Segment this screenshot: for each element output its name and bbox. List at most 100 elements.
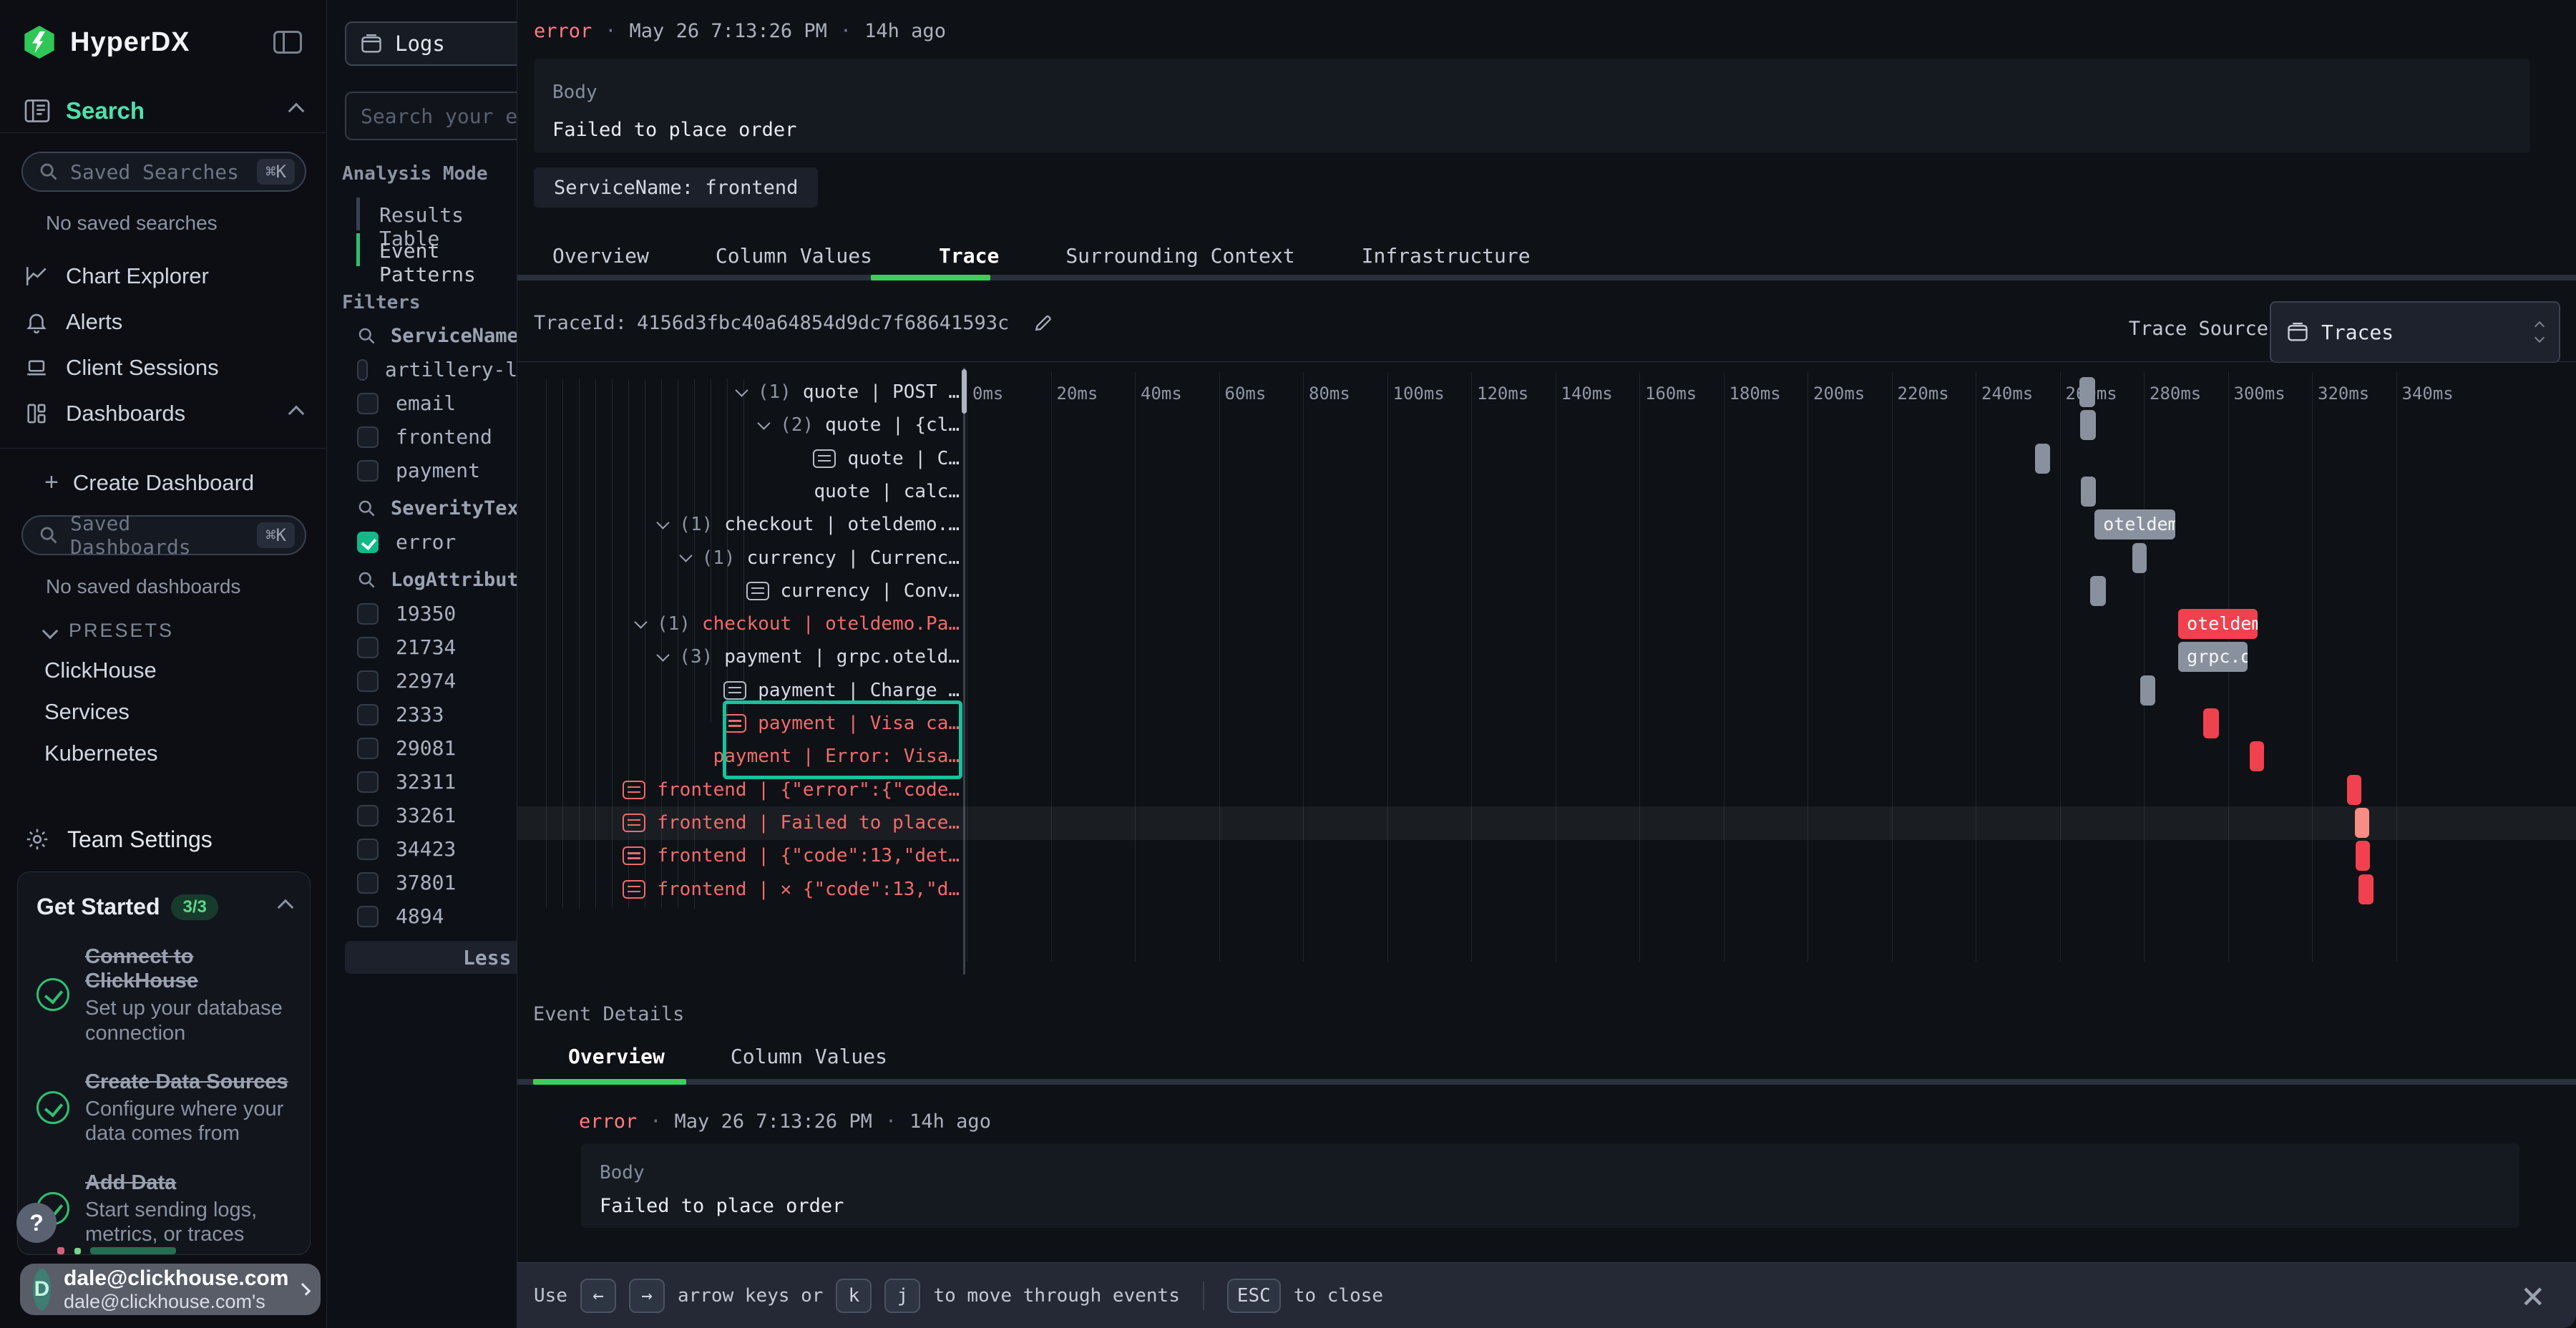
trace-span-row[interactable]: (1)quote | POST … [737, 376, 960, 409]
checkbox[interactable] [357, 839, 379, 860]
checkbox[interactable] [357, 872, 379, 894]
filter-option[interactable]: 2333 [327, 698, 542, 731]
filter-option[interactable]: payment [327, 454, 542, 487]
trace-span-row[interactable]: frontend | Failed to place… [623, 806, 960, 839]
tab-column-values[interactable]: Column Values [731, 1045, 887, 1068]
trace-span-row[interactable]: (2)quote | {cl… [759, 409, 960, 441]
sidebar-item-client-sessions[interactable]: Client Sessions [0, 345, 326, 391]
chevron-down-icon[interactable] [657, 516, 670, 529]
span-duration-bar[interactable] [2358, 874, 2373, 904]
k-key[interactable]: k [836, 1279, 872, 1313]
trace-span-row[interactable]: quote | calc… [814, 475, 960, 508]
checkbox[interactable] [357, 704, 379, 726]
tab-infrastructure[interactable]: Infrastructure [1362, 244, 1531, 268]
trace-span-row[interactable]: (1)checkout | oteldemo.… [658, 508, 960, 541]
get-started-item[interactable]: Add DataStart sending logs, metrics, or … [36, 1171, 291, 1247]
filter-option[interactable]: 34423 [327, 832, 542, 866]
filter-option[interactable]: 33261 [327, 799, 542, 832]
filter-option[interactable]: 32311 [327, 765, 542, 799]
tab-overview[interactable]: Overview [568, 1045, 665, 1068]
checkbox[interactable] [357, 738, 379, 759]
filter-option[interactable]: 4894 [327, 899, 542, 933]
splitter-thumb[interactable] [962, 369, 967, 414]
search-icon[interactable] [357, 326, 376, 346]
span-duration-bar[interactable] [2356, 841, 2370, 871]
search-section-header[interactable]: Search [0, 89, 326, 133]
trace-span-row[interactable]: currency | Conv… [746, 575, 960, 607]
collapse-sidebar-icon[interactable] [273, 31, 302, 54]
span-duration-bar[interactable]: grpc.o [2178, 642, 2248, 672]
preset-services[interactable]: Services [0, 683, 326, 725]
span-duration-bar[interactable] [2250, 741, 2264, 771]
sidebar-item-chart-explorer[interactable]: Chart Explorer [0, 253, 326, 299]
preset-clickhouse[interactable]: ClickHouse [0, 642, 326, 683]
tab-overview[interactable]: Overview [552, 244, 649, 268]
edit-pencil-icon[interactable] [1032, 313, 1053, 334]
filter-option[interactable]: 19350 [327, 597, 542, 630]
checkbox[interactable] [357, 393, 379, 414]
j-key[interactable]: j [884, 1279, 920, 1313]
close-icon[interactable]: × [2521, 1269, 2545, 1323]
sidebar-item-search[interactable]: Search [66, 97, 275, 125]
trace-source-select[interactable]: Traces [2270, 301, 2560, 363]
span-duration-bar[interactable] [2081, 477, 2096, 507]
search-icon[interactable] [357, 499, 376, 518]
span-duration-bar[interactable] [2140, 675, 2155, 706]
checkbox[interactable] [357, 906, 379, 927]
checkbox[interactable] [357, 603, 379, 625]
saved-dashboards-input[interactable]: Saved Dashboards ⌘K [21, 515, 306, 555]
checkbox[interactable] [357, 532, 379, 553]
span-duration-bar[interactable] [2203, 708, 2219, 738]
chevron-down-icon[interactable] [757, 416, 770, 429]
trace-span-row[interactable]: (3)payment | grpc.oteld… [658, 640, 960, 673]
chevron-down-icon[interactable] [735, 384, 748, 396]
filter-option[interactable]: 29081 [327, 731, 542, 765]
checkbox[interactable] [357, 805, 379, 826]
span-duration-bar[interactable] [2347, 775, 2361, 805]
checkbox[interactable] [357, 460, 379, 482]
checkbox[interactable] [357, 637, 379, 658]
sidebar-item-dashboards[interactable]: Dashboards [0, 391, 326, 436]
help-button[interactable]: ? [16, 1203, 57, 1243]
search-icon[interactable] [357, 570, 376, 590]
checkbox[interactable] [357, 771, 379, 793]
tab-surrounding-context[interactable]: Surrounding Context [1065, 244, 1294, 268]
tab-trace[interactable]: Trace [939, 244, 999, 268]
chevron-up-icon[interactable] [278, 899, 294, 915]
trace-span-row[interactable]: frontend | {"code":13,"det… [623, 839, 960, 872]
checkbox[interactable] [357, 426, 379, 448]
filter-option[interactable]: 37801 [327, 866, 542, 899]
sidebar-item-alerts[interactable]: Alerts [0, 299, 326, 345]
chevron-up-icon[interactable] [288, 406, 305, 422]
mode-event-patterns[interactable]: Event Patterns [379, 239, 517, 286]
chevron-down-icon[interactable] [657, 648, 670, 661]
sidebar-item-team-settings[interactable]: Team Settings [0, 816, 326, 862]
saved-searches-input[interactable]: Saved Searches ⌘K [21, 152, 306, 192]
user-menu[interactable]: D dale@clickhouse.com dale@clickhouse.co… [20, 1264, 321, 1315]
span-duration-bar[interactable] [2079, 377, 2095, 407]
presets-toggle[interactable]: PRESETS [0, 598, 326, 642]
chevron-down-icon[interactable] [634, 615, 647, 628]
trace-span-row[interactable]: (1)currency | Currenc… [681, 542, 960, 575]
span-duration-bar[interactable] [2355, 808, 2369, 838]
arrow-right-key[interactable]: → [629, 1279, 665, 1313]
tab-column-values[interactable]: Column Values [716, 244, 872, 268]
span-duration-bar[interactable]: oteldem [2094, 509, 2175, 540]
span-duration-bar[interactable]: oteldem [2178, 609, 2258, 639]
service-name-tag[interactable]: ServiceName: frontend [534, 167, 818, 208]
preset-kubernetes[interactable]: Kubernetes [0, 725, 326, 766]
checkbox[interactable] [357, 359, 368, 381]
checkbox[interactable] [357, 670, 379, 692]
span-duration-bar[interactable] [2132, 543, 2147, 573]
span-duration-bar[interactable] [2035, 444, 2050, 474]
get-started-item[interactable]: Connect to ClickHouseSet up your databas… [36, 944, 291, 1045]
chevron-up-icon[interactable] [288, 102, 305, 119]
trace-span-row[interactable]: quote | C… [813, 442, 960, 475]
filter-option[interactable]: error [327, 525, 542, 559]
tree-timeline-splitter[interactable] [963, 368, 965, 975]
esc-key[interactable]: ESC [1227, 1279, 1281, 1313]
filter-option[interactable]: 22974 [327, 664, 542, 698]
span-duration-bar[interactable] [2090, 576, 2106, 606]
span-duration-bar[interactable] [2080, 410, 2096, 440]
get-started-item[interactable]: Create Data SourcesConfigure where your … [36, 1070, 291, 1146]
